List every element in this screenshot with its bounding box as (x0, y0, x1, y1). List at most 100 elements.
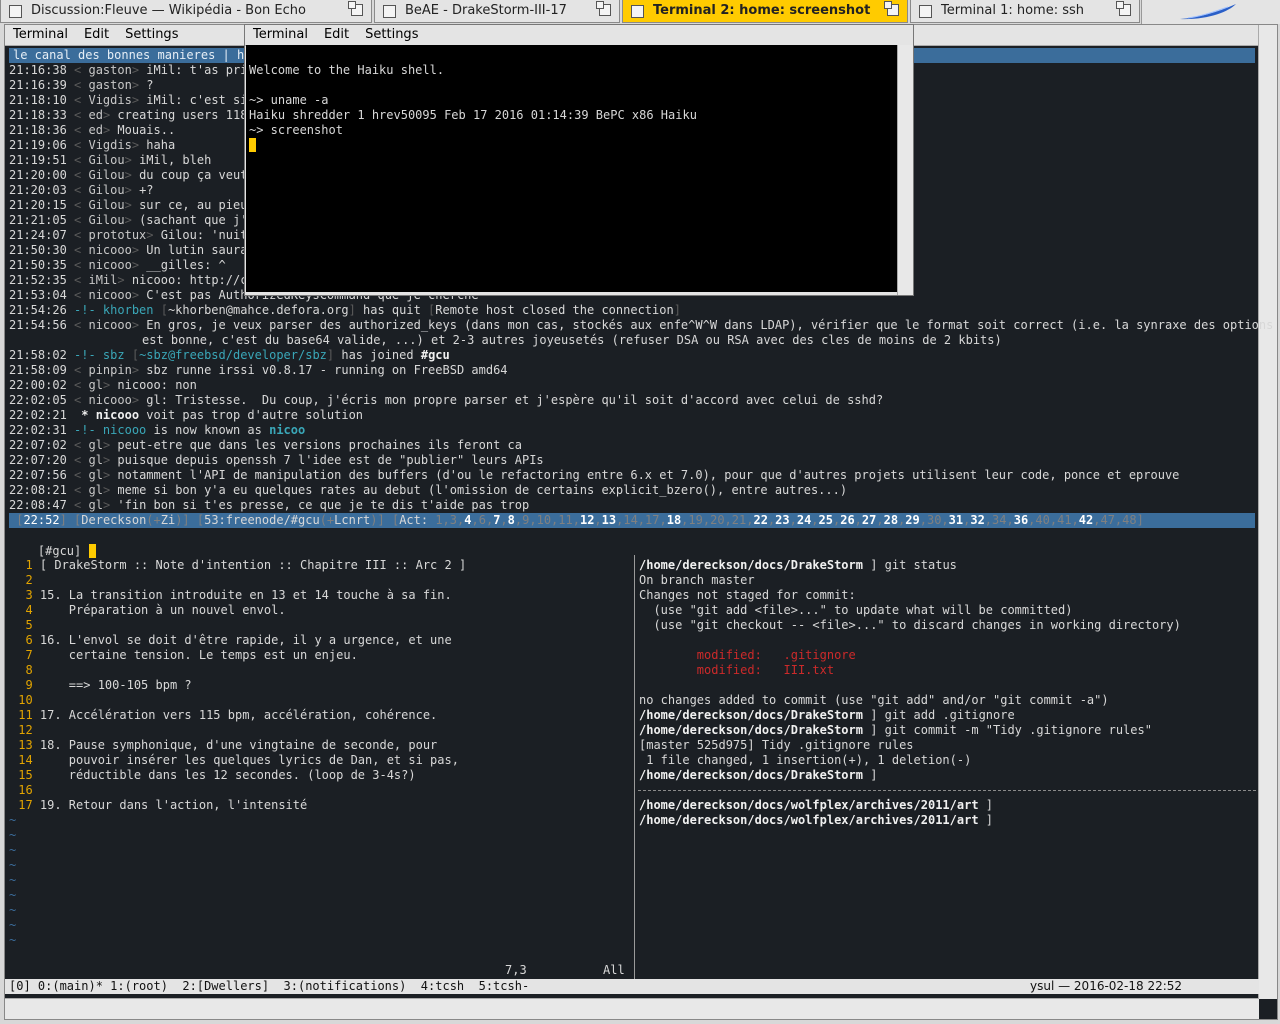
action-marker: * (66, 408, 96, 422)
action-text: voit pas trop d'autre solution (139, 408, 364, 422)
shell-prompt-path: /home/dereckson/docs/DrakeStorm (639, 723, 863, 737)
close-box-icon[interactable] (919, 5, 932, 18)
pane-divider-horizontal[interactable] (638, 790, 1256, 791)
nick-bracket: > (102, 438, 118, 452)
activity-window: 27 (861, 513, 877, 527)
vim-line-text (33, 723, 40, 737)
shell-text: ] (978, 798, 994, 812)
shell-text: Changes not staged for commit: (639, 588, 856, 602)
shell-prompt-path: /home/dereckson/docs/wolfplex/archives/2… (639, 813, 979, 827)
zoom-box-icon[interactable] (884, 1, 899, 16)
deskbar[interactable] (1141, 0, 1280, 24)
menu-terminal[interactable]: Terminal (5, 25, 76, 42)
nick-bracket: < (66, 123, 89, 137)
nick-bracket: < (66, 258, 89, 272)
message-nick: ed (88, 123, 103, 137)
vim-line: 9 ==> 100-105 bpm ? (11, 678, 191, 693)
menu-settings[interactable]: Settings (117, 25, 186, 42)
irc-action-message: 22:02:21 * nicooo voit pas trop d'autre … (9, 408, 363, 423)
vim-empty-line: ~ (9, 813, 16, 828)
vim-line-text: 19. Retour dans l'action, l'intensité (32, 798, 308, 812)
separator: , (471, 513, 479, 527)
irc-input-line[interactable]: [#gcu] (9, 529, 96, 558)
vim-line: 4 Préparation à un nouvel envol. (11, 603, 285, 618)
close-box-icon[interactable] (631, 5, 644, 18)
event-host: ~khorben@mahce.defora.org (167, 303, 349, 317)
window-tab-terminal-1[interactable]: Terminal 1: home: ssh (910, 0, 1140, 23)
shell-output-line: /home/dereckson/docs/DrakeStorm ] git ad… (639, 708, 1015, 723)
nick-bracket: < (66, 498, 89, 512)
separator: , (572, 513, 580, 527)
activity-window: 26 (840, 513, 855, 527)
activity-window: 41 (1057, 513, 1072, 527)
message-text: iMil, bleh (139, 153, 212, 167)
menu-settings[interactable]: Settings (357, 25, 426, 42)
irc-status-bar: [22:52] [Dereckson(+Zi)] [53:freenode/#g… (9, 513, 1255, 528)
bracket: [ (9, 513, 24, 527)
irc-nick-change: 22:02:31 -!- nicooo is now known as nico… (9, 423, 305, 438)
message-nick: nicooo (88, 393, 132, 407)
horizontal-scrollbar[interactable] (5, 998, 1259, 1019)
irc-message: 21:18:33 < ed> creating users 118 (9, 108, 247, 123)
haiku-terminal-screen[interactable]: Welcome to the Haiku shell. ~> uname -a … (246, 45, 897, 292)
zoom-box-icon[interactable] (1116, 1, 1131, 16)
shell-text: modified: .gitignore (639, 648, 856, 662)
haiku-scrollbar[interactable] (897, 45, 913, 295)
window-tab-terminal-2[interactable]: Terminal 2: home: screenshot (622, 0, 908, 23)
message-text: 'fin bon si t'es presse, ce que je te di… (117, 498, 530, 512)
bracket: )] [ (370, 513, 400, 527)
haiku-terminal-window[interactable]: Terminal Edit Settings Welcome to the Haik… (244, 24, 914, 296)
message-time: 21:21:05 (9, 213, 67, 227)
pane-divider[interactable] (634, 555, 635, 979)
irc-message: 21:19:51 < Gilou> iMil, bleh (9, 153, 211, 168)
window-tab-beae[interactable]: BeAE - DrakeStorm-III-17 (374, 0, 620, 23)
nick-bracket: > (131, 318, 147, 332)
shell-text: ] (978, 813, 994, 827)
nick-bracket: > (102, 483, 118, 497)
nick-bracket: < (66, 273, 89, 287)
window-tab-browser[interactable]: Discussion:Fleuve — Wikipédia - Bon Echo (0, 0, 372, 23)
menu-edit[interactable]: Edit (76, 25, 117, 42)
zoom-box-icon[interactable] (596, 1, 611, 16)
separator: , (984, 513, 993, 527)
bracket: )] [ (175, 513, 205, 527)
message-nick: gaston (88, 78, 132, 92)
message-nick: gl (88, 378, 103, 392)
vim-line-number: 14 (11, 753, 33, 767)
tmux-window-list[interactable]: [0] 0:(main)* 1:(root) 2:[Dwellers] 3:(n… (9, 979, 529, 994)
nick-bracket: < (66, 243, 89, 257)
vim-line-number: 15 (11, 768, 33, 782)
old-nick: nicooo (102, 423, 147, 437)
shell-output-line: /home/dereckson/docs/DrakeStorm ] (639, 768, 877, 783)
vim-empty-line: ~ (9, 933, 16, 948)
haiku-leaf-icon[interactable] (1178, 2, 1240, 22)
message-time: 21:52:35 (9, 273, 67, 287)
irc-join-message: 21:58:02 -!- sbz [~sbz@freebsd/developer… (9, 348, 450, 363)
message-time: 22:00:02 (9, 378, 67, 392)
close-box-icon[interactable] (383, 5, 396, 18)
separator: , (529, 513, 537, 527)
activity-window: 22 (753, 513, 768, 527)
nick-bracket: < (66, 168, 89, 182)
vim-line-text: 16. L'envol se doit d'être rapide, il y … (32, 633, 452, 647)
nick-bracket: > (146, 228, 161, 242)
zoom-box-icon[interactable] (348, 1, 363, 16)
menu-edit[interactable]: Edit (316, 25, 357, 42)
shell-text: ] git status (862, 558, 957, 572)
nick-bracket: > (131, 393, 147, 407)
separator: , (854, 513, 862, 527)
irc-message: 22:08:21 < gl> meme si bon y'a eu quelqu… (9, 483, 847, 498)
activity-window: 23 (775, 513, 790, 527)
nick-bracket: < (66, 213, 89, 227)
activity-window: 20 (710, 513, 725, 527)
message-nick: Vigdis (88, 93, 132, 107)
event-marker: -!- (66, 348, 103, 362)
shell-text: no changes added to commit (use "git add… (639, 693, 1109, 707)
vertical-scrollbar[interactable] (1258, 25, 1277, 999)
close-box-icon[interactable] (9, 5, 22, 18)
shell-prompt-path: /home/dereckson/docs/DrakeStorm (639, 768, 863, 782)
menu-terminal[interactable]: Terminal (245, 25, 316, 42)
irc-message: 21:58:09 < pinpin> sbz runne irssi v0.8.… (9, 363, 508, 378)
vim-line: 5 (11, 618, 40, 633)
bracket: ] (326, 348, 342, 362)
